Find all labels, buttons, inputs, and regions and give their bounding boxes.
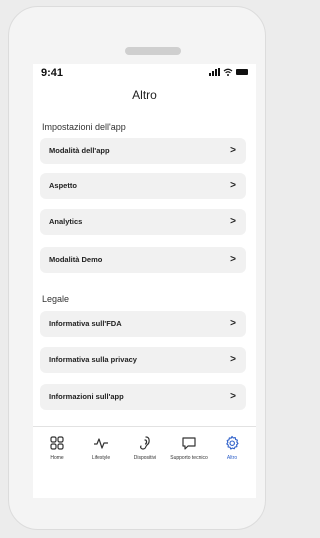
battery-icon	[236, 69, 248, 75]
tab-lifestyle[interactable]: Lifestyle	[79, 435, 123, 461]
tab-label: Lifestyle	[91, 455, 111, 461]
chevron-right-icon: >	[230, 180, 236, 191]
menu-item-privacy-notice[interactable]: Informativa sulla privacy >	[40, 347, 246, 373]
menu-item-demo-mode[interactable]: Modalità Demo >	[40, 247, 246, 273]
chevron-right-icon: >	[230, 216, 236, 227]
status-bar: 9:41	[33, 64, 256, 82]
menu-item-fda-notice[interactable]: Informativa sull'FDA >	[40, 311, 246, 337]
menu-item-analytics[interactable]: Analytics >	[40, 209, 246, 235]
chevron-right-icon: >	[230, 318, 236, 329]
tab-label: Home	[50, 455, 64, 461]
grid-icon	[50, 436, 64, 450]
status-time: 9:41	[41, 67, 64, 79]
chat-bubble-icon	[182, 437, 196, 450]
bottom-tab-bar: Home Lifestyle Dispositivi Supporto tecn…	[33, 426, 256, 474]
status-icons	[209, 68, 248, 76]
page-title: Altro	[132, 88, 157, 102]
menu-item-label: Modalità dell'app	[49, 146, 110, 155]
menu-item-app-mode[interactable]: Modalità dell'app >	[40, 138, 246, 164]
app-screen: 9:41 Altro Impostazioni dell'app Modalit…	[33, 64, 256, 498]
device-speaker	[125, 47, 181, 55]
menu-item-label: Informativa sull'FDA	[49, 319, 122, 328]
section-header-app-settings: Impostazioni dell'app	[42, 122, 126, 132]
menu-item-label: Aspetto	[49, 181, 77, 190]
tab-label: Supporto tecnico	[170, 455, 208, 461]
menu-item-label: Analytics	[49, 217, 83, 226]
activity-icon	[94, 438, 108, 449]
tab-support[interactable]: Supporto tecnico	[167, 435, 211, 461]
tab-label: Altro	[226, 455, 238, 461]
signal-icon	[209, 68, 220, 76]
chevron-right-icon: >	[230, 354, 236, 365]
chevron-right-icon: >	[230, 391, 236, 402]
hearing-aid-icon	[140, 436, 150, 450]
chevron-right-icon: >	[230, 145, 236, 156]
tab-more[interactable]: Altro	[210, 435, 254, 461]
menu-item-label: Modalità Demo	[49, 255, 103, 264]
menu-item-appearance[interactable]: Aspetto >	[40, 173, 246, 199]
tab-label: Dispositivi	[133, 455, 157, 461]
section-header-legal: Legale	[42, 294, 70, 304]
gear-icon	[226, 435, 239, 450]
wifi-icon	[223, 68, 233, 76]
menu-item-label: Informativa sulla privacy	[49, 355, 137, 364]
tab-home[interactable]: Home	[35, 435, 79, 461]
tab-devices[interactable]: Dispositivi	[123, 435, 167, 461]
chevron-right-icon: >	[230, 254, 236, 265]
menu-item-app-info[interactable]: Informazioni sull'app >	[40, 384, 246, 410]
menu-item-label: Informazioni sull'app	[49, 392, 124, 401]
